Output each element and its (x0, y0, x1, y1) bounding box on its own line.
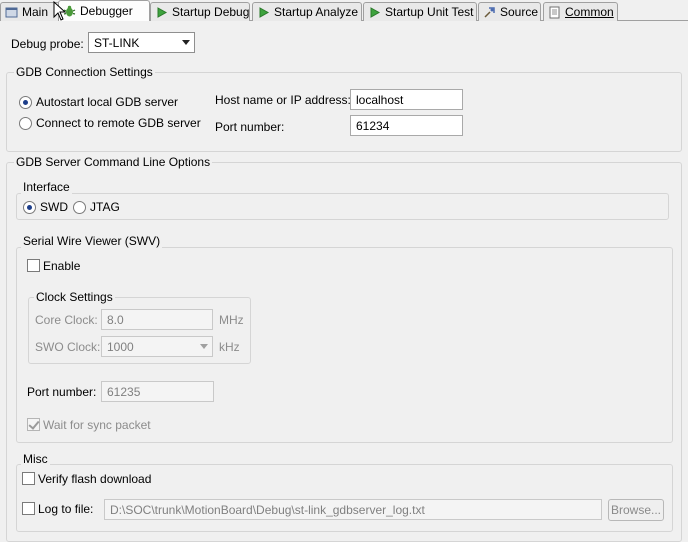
main-tab-icon (5, 6, 18, 19)
log-file-path-field[interactable]: D:\SOC\trunk\MotionBoard\Debug\st-link_g… (104, 499, 602, 520)
tab-startup-debug-label: Startup Debug (172, 5, 250, 19)
tab-main-label: Main (22, 5, 49, 19)
swd-radio[interactable] (23, 201, 36, 214)
log-file-path-value: D:\SOC\trunk\MotionBoard\Debug\st-link_g… (110, 503, 425, 517)
debug-probe-select[interactable]: ST-LINK (88, 32, 195, 53)
tab-debugger-label: Debugger (80, 4, 133, 18)
host-name-label: Host name or IP address: (215, 93, 351, 107)
jtag-label[interactable]: JTAG (90, 200, 120, 214)
swd-label[interactable]: SWD (40, 200, 68, 214)
swo-clock-select[interactable]: 1000 (101, 336, 213, 357)
swv-enable-checkbox[interactable] (27, 259, 40, 272)
core-clock-field[interactable]: 8.0 (101, 309, 213, 330)
swv-enable-label[interactable]: Enable (43, 259, 80, 273)
run-green-icon (368, 6, 381, 19)
gdb-port-label: Port number: (215, 120, 285, 134)
tab-startup-analyze[interactable]: Startup Analyze (252, 2, 362, 21)
remote-gdb-radio[interactable] (19, 117, 32, 130)
gdb-port-field[interactable]: 61234 (350, 115, 463, 136)
tab-startup-debug[interactable]: Startup Debug (150, 2, 250, 21)
tab-source[interactable]: Source (478, 2, 541, 21)
browse-button[interactable]: Browse... (608, 499, 664, 521)
remote-gdb-label[interactable]: Connect to remote GDB server (36, 116, 201, 130)
tab-common-label: Common (565, 5, 614, 19)
tab-main[interactable]: Main (0, 2, 60, 21)
tab-startup-unit-test-label: Startup Unit Test (385, 5, 474, 19)
wait-sync-checkbox[interactable] (27, 418, 40, 431)
jtag-radio[interactable] (73, 201, 86, 214)
tab-startup-unit-test[interactable]: Startup Unit Test (363, 2, 477, 21)
host-name-field[interactable]: localhost (350, 89, 463, 110)
clock-settings-title: Clock Settings (34, 290, 115, 304)
swv-title: Serial Wire Viewer (SWV) (21, 234, 163, 248)
misc-title: Misc (21, 452, 50, 466)
swv-port-field[interactable]: 61235 (101, 381, 214, 402)
tab-debugger[interactable]: Debugger (58, 0, 150, 21)
gdb-port-value: 61234 (356, 119, 390, 133)
chevron-down-icon (200, 344, 208, 349)
core-clock-label: Core Clock: (35, 313, 98, 327)
autostart-gdb-radio[interactable] (19, 96, 32, 109)
swo-clock-unit: kHz (219, 340, 240, 354)
verify-flash-label[interactable]: Verify flash download (38, 472, 151, 486)
gdb-connection-settings-group (6, 72, 682, 152)
debug-probe-value: ST-LINK (94, 36, 140, 50)
verify-flash-checkbox[interactable] (22, 472, 35, 485)
swo-clock-value: 1000 (107, 340, 134, 354)
swv-port-label: Port number: (27, 385, 97, 399)
wait-sync-label[interactable]: Wait for sync packet (43, 418, 151, 432)
tab-startup-analyze-label: Startup Analyze (274, 5, 359, 19)
tab-common[interactable]: Common (543, 2, 618, 21)
gdb-server-options-title: GDB Server Command Line Options (14, 155, 213, 169)
source-icon (483, 6, 496, 19)
run-green-icon (257, 6, 270, 19)
common-icon (548, 6, 561, 19)
gdb-connection-settings-title: GDB Connection Settings (14, 65, 155, 79)
debugger-tab-panel: Debug probe: ST-LINK GDB Connection Sett… (0, 21, 688, 542)
tab-source-label: Source (500, 5, 539, 19)
chevron-down-icon (182, 40, 190, 45)
log-to-file-checkbox[interactable] (22, 502, 35, 515)
host-name-value: localhost (356, 93, 404, 107)
swv-port-value: 61235 (107, 385, 141, 399)
core-clock-value: 8.0 (107, 313, 124, 327)
run-green-icon (155, 6, 168, 19)
debug-probe-label: Debug probe: (11, 37, 84, 51)
swo-clock-label: SWO Clock: (35, 340, 101, 354)
mouse-cursor-icon (53, 0, 67, 24)
core-clock-unit: MHz (219, 313, 244, 327)
interface-title: Interface (21, 180, 72, 194)
autostart-gdb-label[interactable]: Autostart local GDB server (36, 95, 178, 109)
browse-button-label: Browse... (610, 503, 661, 517)
launch-config-tab-strip: Main Debugger Startup Debug Startup Anal… (0, 0, 688, 22)
log-to-file-label[interactable]: Log to file: (38, 502, 93, 516)
